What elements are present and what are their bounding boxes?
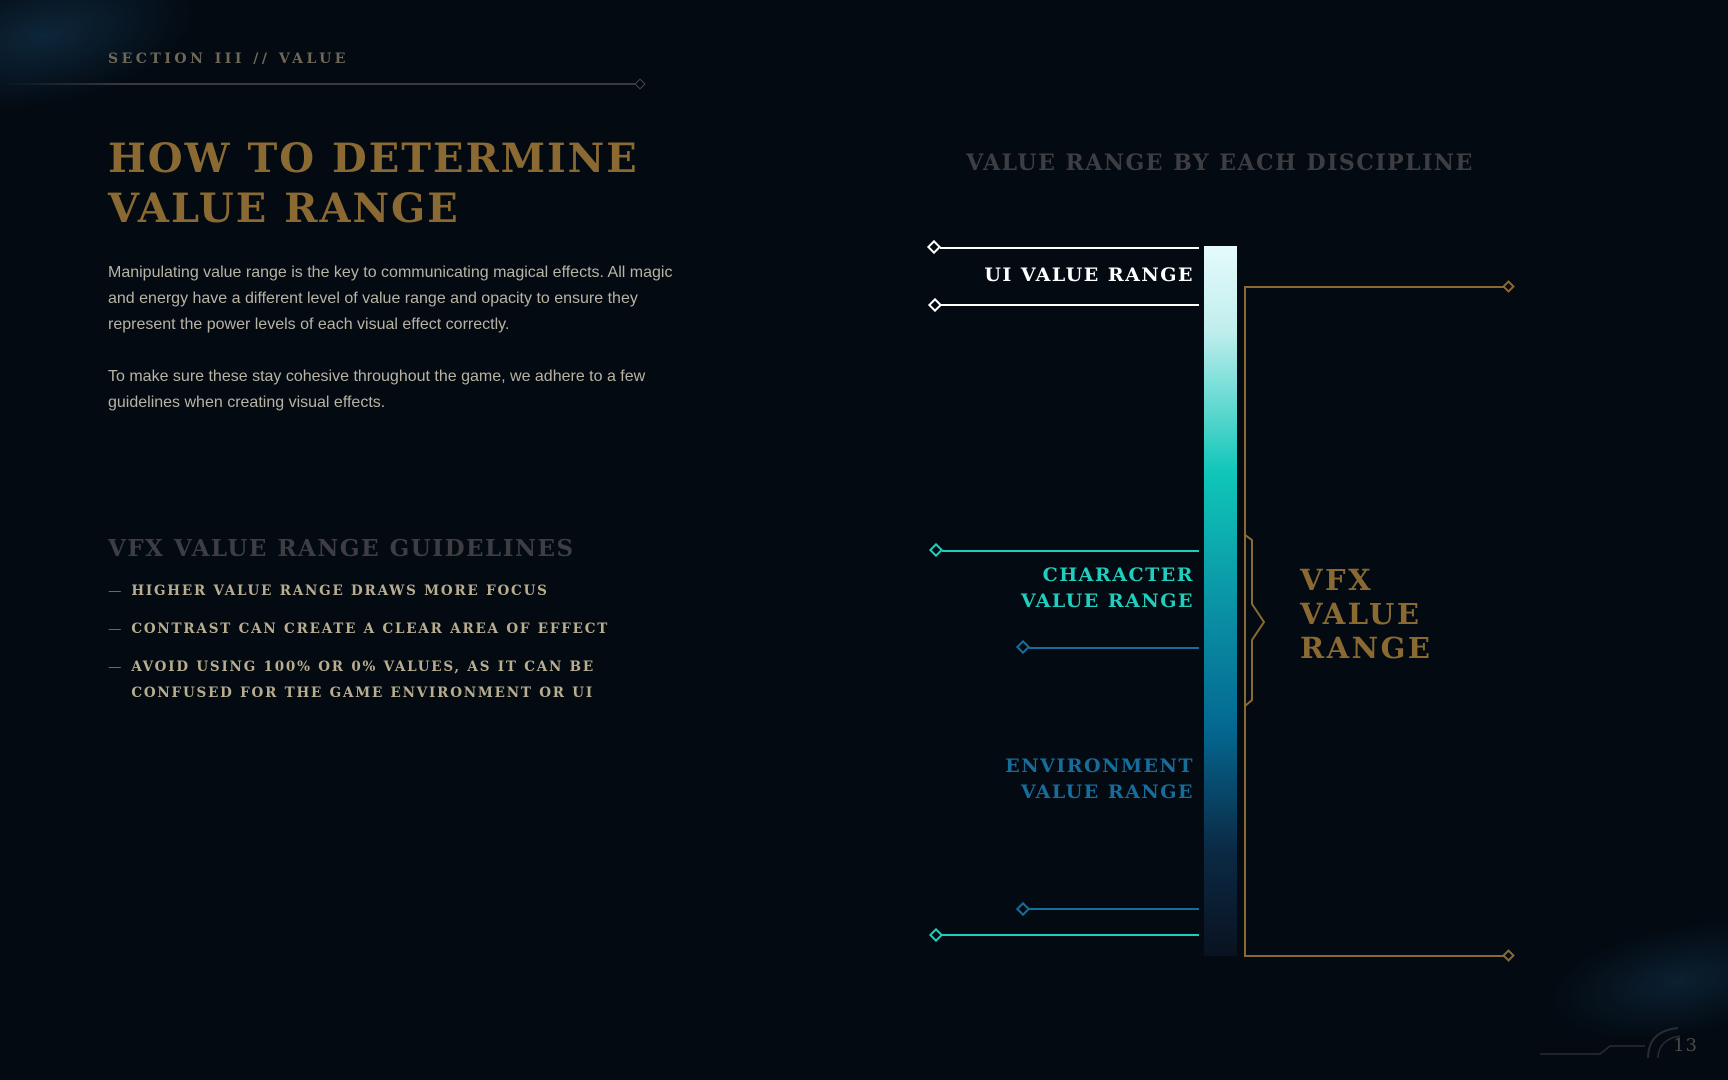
value-gradient-bar — [1204, 246, 1237, 956]
character-range-label: CHARACTER VALUE RANGE — [954, 562, 1194, 614]
environment-range-label-line-2: VALUE RANGE — [1020, 781, 1194, 803]
vfx-range-label-line-3: RANGE — [1300, 631, 1433, 665]
vfx-bracket-notch — [1244, 534, 1266, 707]
page-number: 13 — [1673, 1035, 1698, 1056]
diamond-icon — [1015, 639, 1031, 655]
vfx-range-label: VFX VALUE RANGE — [1300, 563, 1432, 665]
value-range-diagram — [926, 239, 1515, 962]
diamond-icon — [928, 927, 944, 943]
diamond-icon — [1502, 280, 1515, 293]
diamond-icon — [927, 297, 943, 313]
diamond-icon — [926, 239, 942, 255]
vfx-range-label-line-2: VALUE — [1300, 597, 1422, 631]
environment-range-label-line-1: ENVIRONMENT — [1005, 755, 1194, 777]
character-range-label-line-2: VALUE RANGE — [1020, 590, 1194, 612]
ui-range-label: UI VALUE RANGE — [984, 264, 1194, 286]
character-range-label-line-1: CHARACTER — [1042, 564, 1194, 586]
vfx-range-label-line-1: VFX — [1300, 563, 1374, 597]
environment-range-label: ENVIRONMENT VALUE RANGE — [954, 753, 1194, 805]
diamond-icon — [1015, 901, 1031, 917]
diamond-icon — [928, 542, 944, 558]
diamond-icon — [1502, 949, 1515, 962]
